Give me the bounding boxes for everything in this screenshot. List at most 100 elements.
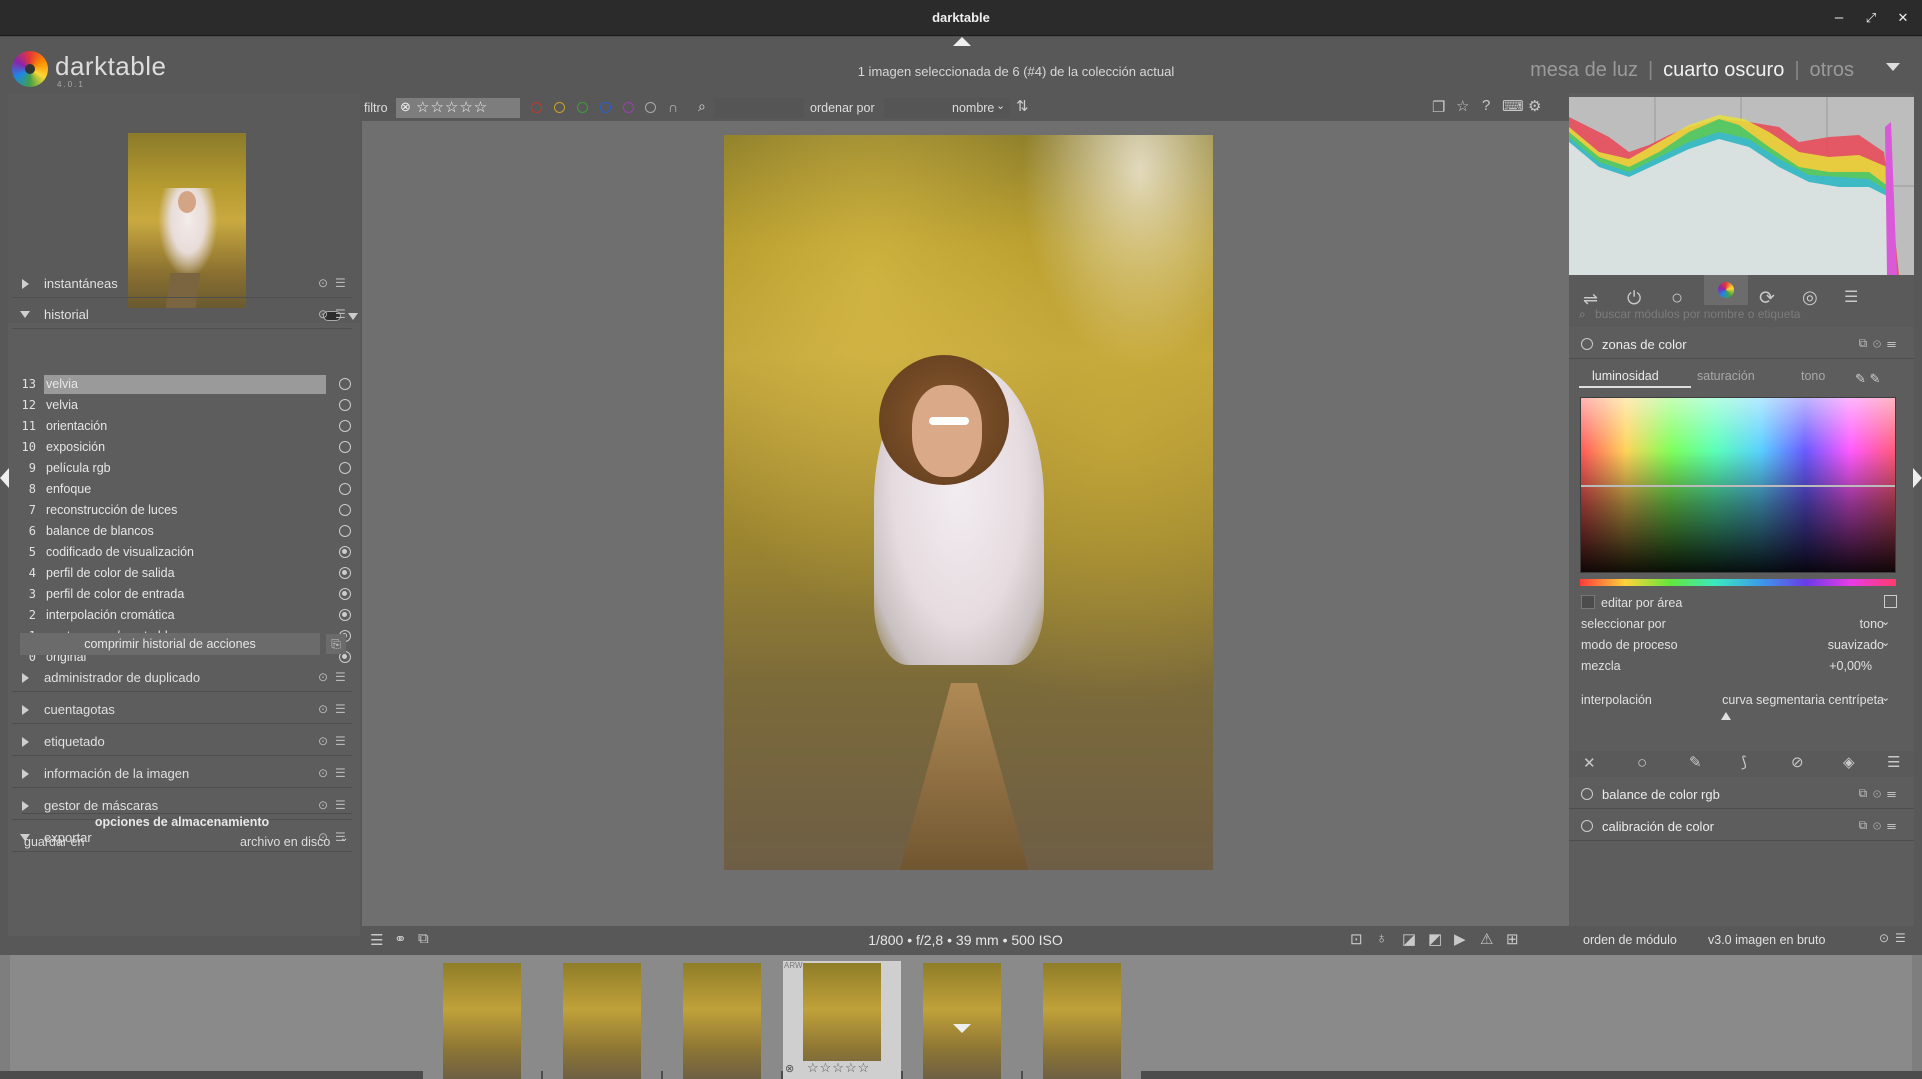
color-label-and-icon[interactable]: ∩ <box>668 99 678 115</box>
filmstrip-thumbnail[interactable]: ARW ⊗ ☆☆☆☆☆ <box>783 961 901 1079</box>
help-icon[interactable]: ? <box>1482 97 1490 114</box>
module-header-icons[interactable]: ⧉⊙☰ <box>1859 818 1902 833</box>
keyboard-shortcuts-icon[interactable]: ⌨ <box>1502 97 1524 115</box>
save-in-select[interactable]: archivo en disco <box>240 835 330 849</box>
view-lighttable[interactable]: mesa de luz <box>1530 59 1638 81</box>
color-zones-graph[interactable] <box>1580 397 1896 573</box>
presets-icon[interactable]: ☰ <box>335 670 346 684</box>
view-darkroom[interactable]: cuarto oscuro <box>1663 59 1784 81</box>
module-section[interactable]: información de la imagen ⊙ ☰ <box>12 758 352 788</box>
reset-icon[interactable]: ⊙ <box>318 307 328 321</box>
tab-0[interactable]: luminosidad <box>1592 369 1659 383</box>
module-historial[interactable]: historial ⊙ ☰ <box>12 299 352 329</box>
compress-history-button[interactable]: comprimir historial de acciones <box>20 633 320 655</box>
softproof-icon[interactable]: ▶ <box>1454 930 1466 948</box>
module-section[interactable]: administrador de duplicado ⊙ ☰ <box>12 662 352 692</box>
drawn-mask-icon[interactable]: ✎ <box>1689 753 1702 771</box>
history-item[interactable]: 2 interpolación cromática <box>14 605 352 626</box>
power-icon[interactable] <box>1581 788 1593 800</box>
parametric-mask-icon[interactable]: ⟆ <box>1741 753 1747 771</box>
filmstrip-thumbnail[interactable] <box>663 961 781 1079</box>
top-panel-toggle-icon[interactable] <box>953 37 971 46</box>
tab-1[interactable]: saturación <box>1697 369 1755 383</box>
module-search-input[interactable]: buscar módulos por nombre o etiqueta <box>1595 307 1905 323</box>
color-label-icon[interactable] <box>600 102 611 113</box>
compress-history-icon[interactable]: ⎘ <box>326 634 346 654</box>
reset-icon[interactable]: ⊙ <box>318 734 328 748</box>
right-panel-toggle-icon[interactable] <box>1913 468 1922 488</box>
raw-overexposed-icon[interactable]: ◪ <box>1402 930 1416 948</box>
overlays-icon[interactable]: ❐ <box>1432 98 1445 116</box>
presets-menu-icon[interactable]: ☰ <box>1844 287 1858 307</box>
color-label-icon[interactable] <box>623 102 634 113</box>
module-header[interactable]: balance de color rgb ⧉⊙☰ <box>1569 779 1914 809</box>
option-select[interactable]: suavizado <box>1828 638 1884 652</box>
history-item[interactable]: 10 exposición <box>14 437 352 458</box>
mix-slider-value[interactable]: +0,00% <box>1829 659 1872 673</box>
filmstrip-thumbnail[interactable] <box>1023 961 1141 1079</box>
history-item[interactable]: 12 velvia <box>14 395 352 416</box>
history-item[interactable]: 6 balance de blancos <box>14 521 352 542</box>
star-overlay-icon[interactable]: ☆ <box>1456 97 1469 115</box>
focus-peaking-icon[interactable]: ⊡ <box>1350 930 1363 948</box>
guides-icon[interactable]: ⊞ <box>1506 930 1519 948</box>
power-icon[interactable] <box>1581 820 1593 832</box>
uniform-mask-icon[interactable]: ○ <box>1637 753 1647 773</box>
drawn-parametric-mask-icon[interactable]: ⊘ <box>1791 753 1804 771</box>
mask-off-icon[interactable]: ✕ <box>1583 754 1596 772</box>
picker-icon[interactable]: ✎ ✎ <box>1855 371 1880 387</box>
minimize-button[interactable]: – <box>1828 7 1850 29</box>
tab-2[interactable]: tono <box>1801 369 1825 383</box>
maximize-button[interactable]: ⤢ <box>1860 7 1882 29</box>
module-header-icons[interactable]: ⧉⊙☰ <box>1859 786 1902 801</box>
sort-select[interactable]: nombre ⌄ <box>884 98 1010 118</box>
history-item[interactable]: 7 reconstrucción de luces <box>14 500 352 521</box>
gamut-check-icon[interactable]: ⚠ <box>1480 930 1493 948</box>
rating-filter[interactable]: ⊗ ☆☆☆☆☆ <box>396 98 520 118</box>
color-label-icon[interactable] <box>554 102 565 113</box>
module-section[interactable]: cuentagotas ⊙ ☰ <box>12 694 352 724</box>
thumbnail-stars[interactable]: ☆☆☆☆☆ <box>807 1060 870 1076</box>
bottom-panel-toggle-icon[interactable] <box>953 1024 971 1033</box>
filmstrip-thumbnail[interactable] <box>543 961 661 1079</box>
display-mask-icon[interactable] <box>1884 595 1897 608</box>
close-button[interactable]: ✕ <box>1892 7 1914 29</box>
tab-color-modules[interactable] <box>1704 275 1748 305</box>
history-item[interactable]: 5 codificado de visualización <box>14 542 352 563</box>
view-other[interactable]: otros <box>1810 59 1854 81</box>
presets-icon[interactable]: ☰ <box>335 276 346 290</box>
clipping-icon[interactable]: ◩ <box>1428 930 1442 948</box>
history-item[interactable]: 8 enfoque <box>14 479 352 500</box>
power-icon[interactable] <box>1581 338 1593 350</box>
reset-icon[interactable]: ⊙ <box>318 798 328 812</box>
color-label-icon[interactable] <box>577 102 588 113</box>
sort-order-icon[interactable]: ⇅ <box>1016 97 1029 115</box>
module-order-value[interactable]: v3.0 imagen en bruto <box>1708 933 1825 947</box>
presets-icon[interactable]: ☰ <box>335 766 346 780</box>
iso12646-icon[interactable]: ♁ <box>1376 930 1387 947</box>
main-image[interactable] <box>724 135 1213 870</box>
reset-icon[interactable]: ⊙ <box>318 276 328 290</box>
presets-icon[interactable]: ☰ <box>1895 931 1906 945</box>
histogram[interactable] <box>1569 97 1914 275</box>
module-instantaneas[interactable]: instantáneas ⊙ ☰ <box>12 268 352 298</box>
edit-by-area-checkbox[interactable] <box>1581 595 1595 609</box>
history-item[interactable]: 9 película rgb <box>14 458 352 479</box>
presets-icon[interactable]: ☰ <box>335 734 346 748</box>
mix-slider-handle[interactable] <box>1721 712 1731 720</box>
color-label-gray-icon[interactable] <box>645 102 656 113</box>
history-item[interactable]: 3 perfil de color de entrada <box>14 584 352 605</box>
reset-icon[interactable]: ⊙ <box>318 766 328 780</box>
color-label-icon[interactable] <box>531 102 542 113</box>
effect-modules-icon[interactable]: ◎ <box>1802 287 1818 308</box>
blend-menu-icon[interactable]: ☰ <box>1887 753 1900 771</box>
option-select[interactable]: curva segmentaria centrípeta <box>1722 693 1884 707</box>
history-item[interactable]: 13 velvia <box>14 374 352 395</box>
presets-icon[interactable]: ☰ <box>335 307 346 321</box>
module-header-icons[interactable]: ⧉⊙☰ <box>1859 336 1902 351</box>
module-zonas-de-color-header[interactable]: zonas de color ⧉⊙☰ <box>1569 329 1914 359</box>
reset-icon[interactable]: ⊙ <box>318 702 328 716</box>
text-search-input[interactable] <box>714 98 804 118</box>
history-item[interactable]: 11 orientación <box>14 416 352 437</box>
reset-icon[interactable]: ⊙ <box>318 670 328 684</box>
